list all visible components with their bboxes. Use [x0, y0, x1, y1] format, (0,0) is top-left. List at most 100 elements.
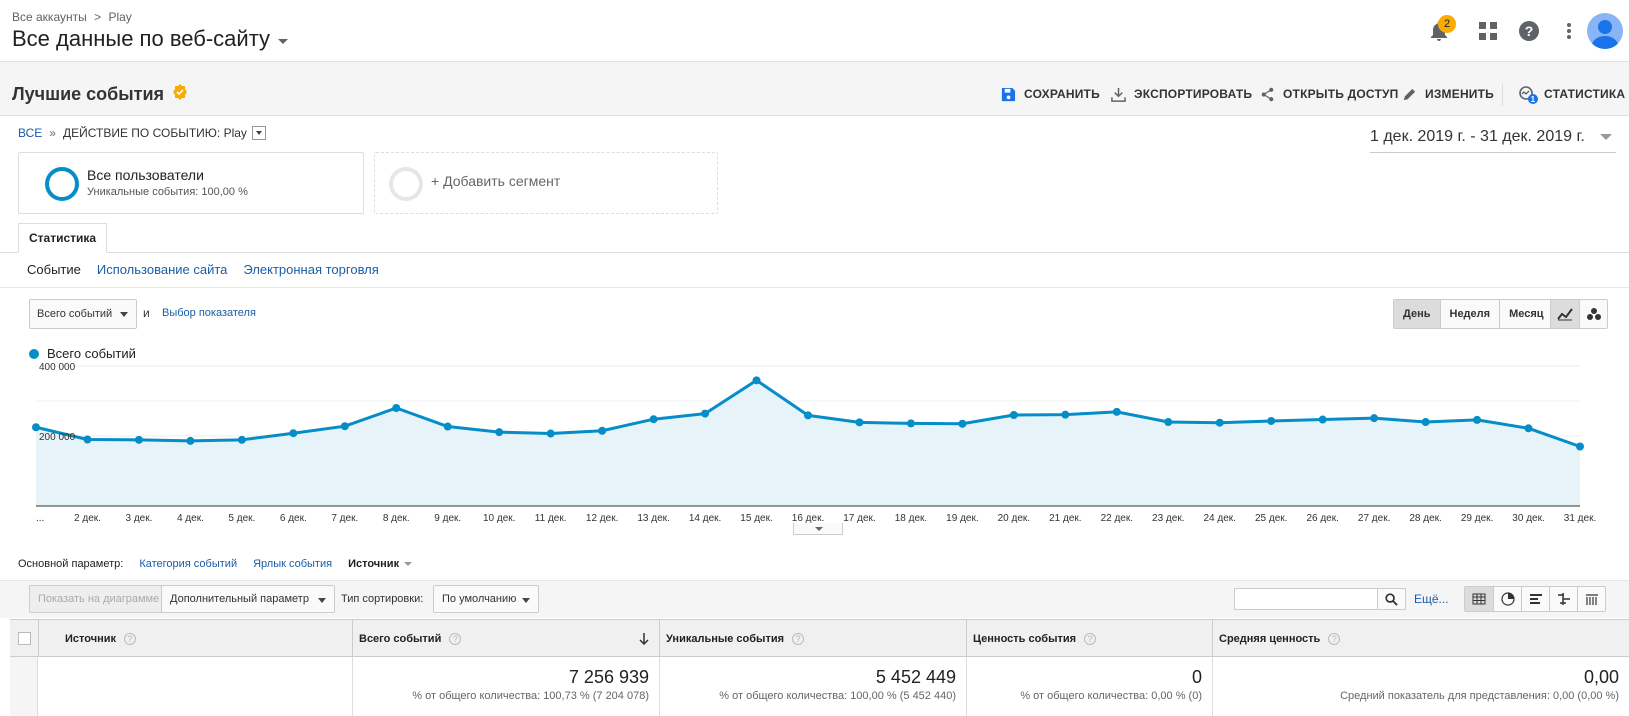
- insights-button[interactable]: 1 СТАТИСТИКА: [1518, 84, 1625, 104]
- path-current: ДЕЙСТВИЕ ПО СОБЫТИЮ: Play: [62, 126, 247, 140]
- chart-collapse-handle[interactable]: [793, 523, 843, 535]
- help-icon[interactable]: ?: [1328, 633, 1341, 645]
- chevron-down-icon: [278, 38, 289, 44]
- help-icon[interactable]: ?: [124, 633, 137, 645]
- column-event-value-label: Ценность события: [973, 633, 1077, 645]
- save-button[interactable]: СОХРАНИТЬ: [1001, 84, 1100, 104]
- period-month-button[interactable]: Месяц: [1499, 300, 1553, 328]
- x-tick-label: 3 дек.: [125, 513, 152, 524]
- x-tick-label: 29 дек.: [1461, 513, 1493, 524]
- data-point: [237, 435, 246, 444]
- tab-divider: [0, 252, 1629, 253]
- performance-view-button[interactable]: [1521, 587, 1549, 611]
- data-point: [906, 419, 915, 428]
- advanced-filter-link[interactable]: Ещё...: [1414, 592, 1449, 606]
- help-icon[interactable]: ?: [1084, 633, 1097, 645]
- svg-text:?: ?: [1525, 23, 1534, 39]
- x-tick-label: 22 дек.: [1101, 513, 1133, 524]
- view-selector[interactable]: Все данные по веб-сайту: [12, 26, 289, 52]
- metric-select[interactable]: Всего событий: [29, 299, 137, 329]
- x-tick-label: 13 дек.: [637, 513, 669, 524]
- help-icon[interactable]: ?: [1516, 18, 1542, 44]
- table-view-button[interactable]: [1465, 587, 1493, 611]
- notification-badge: 2: [1438, 15, 1456, 33]
- line-chart-button[interactable]: [1551, 300, 1579, 328]
- choose-metric-link[interactable]: Выбор показателя: [162, 307, 256, 319]
- table-search-input[interactable]: [1234, 588, 1378, 610]
- percentage-view-button[interactable]: [1493, 587, 1521, 611]
- event-value-subtext: % от общего количества: 0,00 % (0): [1020, 690, 1202, 702]
- date-range-picker[interactable]: 1 дек. 2019 г. - 31 дек. 2019 г.: [1370, 128, 1616, 153]
- x-tick-label: 23 дек.: [1152, 513, 1184, 524]
- x-tick-label: 26 дек.: [1306, 513, 1338, 524]
- x-tick-label: 20 дек.: [998, 513, 1030, 524]
- more-vert-icon[interactable]: [1556, 18, 1582, 44]
- motion-chart-button[interactable]: [1579, 300, 1607, 328]
- primary-dimension: Основной параметр: Категория событий Ярл…: [18, 558, 412, 570]
- data-point: [1009, 411, 1018, 419]
- segment-name: Все пользователи: [87, 167, 204, 183]
- edit-button[interactable]: ИЗМЕНИТЬ: [1402, 84, 1494, 104]
- help-icon[interactable]: ?: [792, 633, 805, 645]
- pivot-view-button[interactable]: [1577, 587, 1605, 611]
- report-title-wrap: Лучшие события: [12, 84, 188, 105]
- subtab-event[interactable]: Событие: [27, 262, 81, 277]
- account-breadcrumb[interactable]: Все аккаунты > Play: [12, 10, 136, 24]
- x-tick-label: 15 дек.: [740, 513, 772, 524]
- data-point: [1370, 414, 1379, 423]
- export-button[interactable]: ЭКСПОРТИРОВАТЬ: [1111, 84, 1252, 104]
- search-button[interactable]: [1378, 588, 1406, 610]
- segment-all-users[interactable]: Все пользователи Уникальные события: 100…: [18, 152, 364, 214]
- x-tick-label: 19 дек.: [946, 513, 978, 524]
- share-button[interactable]: ОТКРЫТЬ ДОСТУП: [1260, 84, 1399, 104]
- x-tick-label: 9 дек.: [434, 513, 461, 524]
- y-tick-label: 200 000: [39, 432, 76, 443]
- subtab-site-usage[interactable]: Использование сайта: [97, 262, 228, 277]
- column-unique-events[interactable]: Уникальные события ?: [659, 620, 966, 658]
- path-separator: »: [49, 126, 56, 140]
- secondary-dimension-select[interactable]: Дополнительный параметр: [161, 585, 335, 613]
- dimension-source-current[interactable]: Источник: [348, 558, 412, 570]
- dimension-event-category[interactable]: Категория событий: [139, 558, 237, 570]
- column-avg-value[interactable]: Средняя ценность ?: [1212, 620, 1629, 658]
- period-week-button[interactable]: Неделя: [1439, 300, 1500, 328]
- x-tick-label: 6 дек.: [280, 513, 307, 524]
- y-tick-label: 400 000: [39, 362, 76, 373]
- save-icon: [1001, 87, 1016, 101]
- insights-icon: 1: [1518, 85, 1538, 104]
- dimension-event-label[interactable]: Ярлык события: [253, 558, 332, 570]
- breadcrumb-property[interactable]: Play: [108, 10, 131, 24]
- select-all-checkbox[interactable]: [18, 632, 31, 645]
- column-source[interactable]: Источник ?: [38, 620, 362, 658]
- add-segment-label: + Добавить сегмент: [431, 173, 561, 189]
- share-label: ОТКРЫТЬ ДОСТУП: [1283, 87, 1399, 101]
- add-segment-button[interactable]: + Добавить сегмент: [374, 152, 718, 214]
- sort-type-label: Тип сортировки:: [341, 593, 424, 605]
- help-icon[interactable]: ?: [449, 633, 462, 645]
- column-event-value[interactable]: Ценность события ?: [966, 620, 1212, 658]
- subtab-ecommerce[interactable]: Электронная торговля: [243, 262, 378, 277]
- comparison-view-button[interactable]: [1549, 587, 1577, 611]
- period-day-button[interactable]: День: [1394, 300, 1440, 328]
- breadcrumb-all-accounts[interactable]: Все аккаунты: [12, 10, 87, 24]
- sort-type-select[interactable]: По умолчанию: [433, 585, 539, 613]
- total-events-value: 7 256 939: [568, 667, 649, 687]
- data-point: [443, 422, 452, 431]
- apps-grid-icon[interactable]: [1475, 18, 1501, 44]
- plot-rows-button[interactable]: Показать на диаграмме: [29, 585, 169, 613]
- column-total-events[interactable]: Всего событий ?: [352, 620, 659, 658]
- avatar[interactable]: [1587, 13, 1623, 49]
- event-value-cell: 0 % от общего количества: 0,00 % (0): [966, 657, 1212, 716]
- table-view-toggle: [1464, 586, 1606, 612]
- path-dropdown[interactable]: [251, 126, 266, 140]
- avg-value-value: 0,00: [1583, 667, 1619, 687]
- column-unique-events-label: Уникальные события: [666, 633, 785, 645]
- actions-divider: [1502, 84, 1503, 106]
- path-all-link[interactable]: ВСЕ: [18, 126, 42, 140]
- segment-empty-ring-icon: [389, 167, 423, 201]
- data-point: [1267, 416, 1276, 425]
- period-toggle: День Неделя Месяц: [1393, 299, 1554, 329]
- chevron-down-icon: [1600, 134, 1612, 140]
- tab-statistics[interactable]: Статистика: [18, 223, 108, 253]
- export-label: ЭКСПОРТИРОВАТЬ: [1134, 87, 1253, 101]
